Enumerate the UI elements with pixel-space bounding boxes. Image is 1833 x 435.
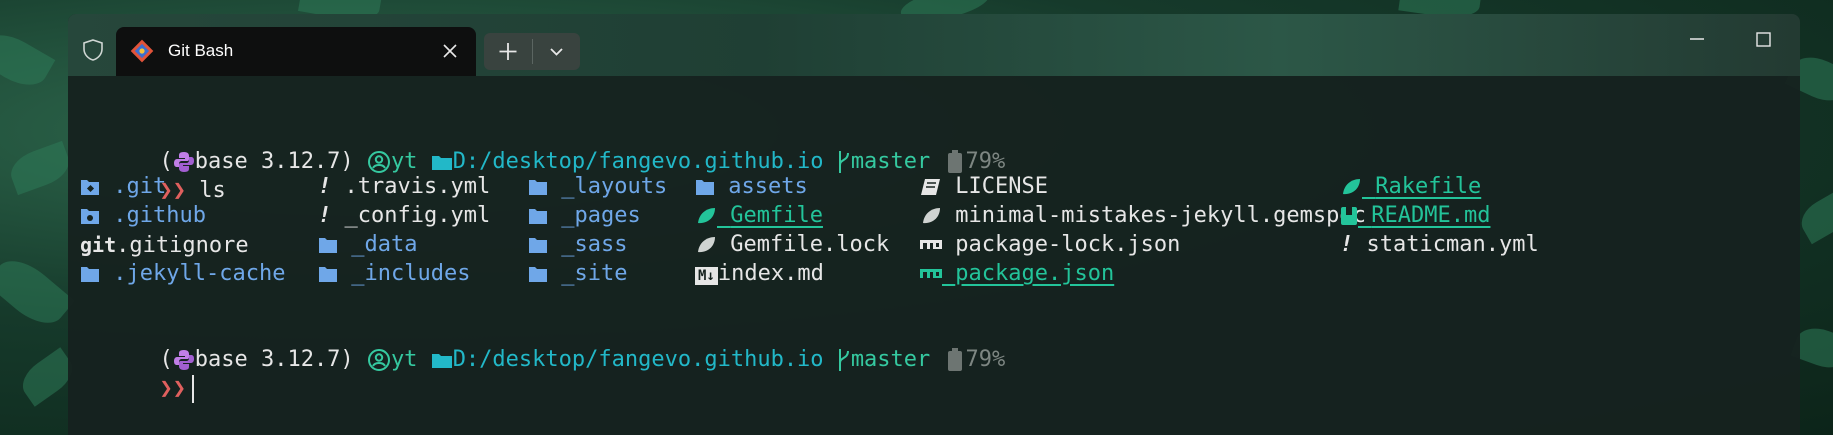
user-icon — [367, 151, 390, 173]
list-item: Rakefile — [1340, 172, 1481, 202]
conda-env: base 3.12.7) — [194, 347, 354, 372]
git-branch: master — [850, 149, 931, 174]
username: yt — [390, 347, 418, 372]
git-icon: git — [80, 233, 117, 257]
prompt-line: (base 3.12.7) yt D:/desktop/fangevo.gith… — [80, 312, 1005, 372]
list-item: _site — [528, 259, 627, 289]
list-item: .git — [80, 172, 166, 202]
npm-icon — [920, 240, 942, 249]
terminal-window: Git Bash (base 3.12.7) yt D:/desktop/fan… — [68, 14, 1800, 435]
folder-icon — [319, 238, 337, 253]
git-branch-icon — [838, 349, 849, 371]
title-bar[interactable]: Git Bash — [68, 14, 1800, 76]
folder-icon — [696, 180, 714, 195]
yaml-icon: ! — [318, 174, 332, 199]
ruby-gem-icon — [1343, 179, 1360, 195]
maximize-button[interactable] — [1733, 28, 1793, 62]
list-item: minimal-mistakes-jekyll.gemspec — [920, 201, 1366, 231]
battery-level: 79% — [965, 149, 1006, 174]
list-item: LICENSE — [920, 172, 1048, 202]
yaml-icon: ! — [318, 203, 332, 228]
list-item: _sass — [528, 230, 627, 260]
battery-icon — [947, 348, 962, 371]
list-item: ! .travis.yml — [318, 174, 491, 199]
folder-icon — [319, 267, 337, 282]
folder-icon — [529, 209, 547, 224]
ruby-gem-icon — [923, 208, 940, 224]
terminal-content[interactable]: (base 3.12.7) yt D:/desktop/fangevo.gith… — [68, 76, 1800, 435]
markdown-icon: M↓ — [695, 267, 718, 285]
close-tab-icon[interactable] — [442, 43, 458, 59]
new-tab-button[interactable] — [484, 33, 532, 70]
list-item: README.md — [1340, 201, 1490, 231]
user-icon — [367, 349, 390, 371]
folder-icon — [529, 180, 547, 195]
tab-title: Git Bash — [168, 41, 234, 60]
folder-icon — [529, 238, 547, 253]
list-item: M↓ index.md — [695, 259, 824, 291]
prompt-line: (base 3.12.7) yt D:/desktop/fangevo.gith… — [80, 114, 1005, 174]
list-item: _data — [318, 230, 417, 260]
list-item: ! _config.yml — [318, 203, 491, 228]
list-item: Gemfile — [695, 201, 823, 231]
shield-icon — [83, 39, 103, 61]
list-item: _includes — [318, 259, 470, 289]
list-item: Gemfile.lock — [695, 230, 889, 260]
list-item: assets — [695, 172, 808, 202]
github-folder-icon — [81, 209, 99, 224]
tab-git-bash[interactable]: Git Bash — [116, 27, 476, 76]
ruby-gem-icon — [698, 237, 715, 253]
ruby-gem-icon — [698, 208, 715, 224]
current-path: D:/desktop/fangevo.github.io — [452, 347, 824, 372]
list-item: _layouts — [528, 172, 667, 202]
command-line: ❯❯ ls — [80, 143, 225, 203]
new-tab-group — [484, 33, 580, 70]
readme-book-icon — [1341, 207, 1357, 225]
text-cursor — [191, 375, 194, 403]
list-item: _pages — [528, 201, 641, 231]
list-item: .jekyll-cache — [80, 259, 285, 289]
spacer — [1799, 28, 1800, 62]
prompt-arrow: ❯❯ — [159, 376, 186, 401]
command-text: ls — [199, 178, 226, 203]
git-branch-icon — [838, 151, 849, 173]
list-item: package.json — [920, 259, 1114, 289]
git-folder-icon — [81, 180, 99, 195]
username: yt — [390, 149, 418, 174]
npm-icon — [920, 269, 942, 278]
folder-icon — [431, 156, 452, 170]
current-path: D:/desktop/fangevo.github.io — [452, 149, 824, 174]
list-item: .github — [80, 201, 206, 231]
battery-level: 79% — [965, 347, 1006, 372]
minimize-button[interactable] — [1667, 28, 1727, 62]
list-item: git.gitignore — [80, 233, 249, 258]
folder-icon — [529, 267, 547, 282]
input-line[interactable]: ❯❯ — [80, 341, 194, 403]
folder-icon — [81, 267, 99, 282]
license-book-icon — [921, 179, 940, 195]
list-item: package-lock.json — [920, 230, 1180, 260]
git-bash-icon — [130, 39, 154, 63]
folder-icon — [431, 354, 452, 368]
yaml-icon: ! — [1340, 232, 1354, 257]
git-branch: master — [850, 347, 931, 372]
chevron-down-icon[interactable] — [533, 33, 580, 70]
list-item: ! staticman.yml — [1340, 232, 1539, 257]
